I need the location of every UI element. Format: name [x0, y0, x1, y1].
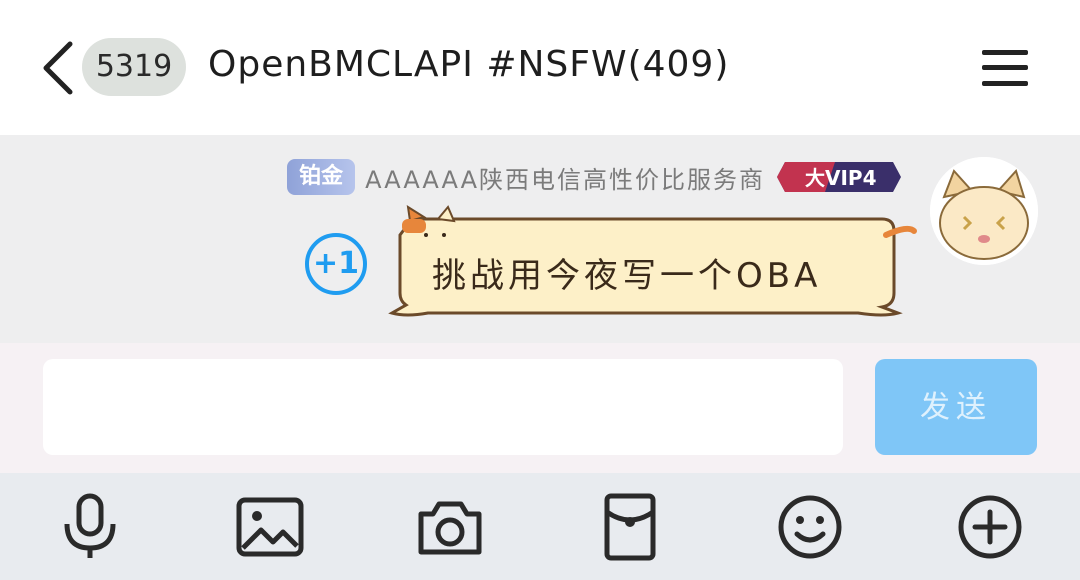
microphone-icon[interactable]: [55, 492, 125, 562]
vip-badge-icon: 大VIP4: [777, 162, 901, 192]
back-arrow-icon[interactable]: [38, 38, 78, 98]
bottom-toolbar: [0, 473, 1080, 580]
level-badge: 铂金: [287, 159, 356, 195]
emoji-icon[interactable]: [775, 492, 845, 562]
cat-avatar-icon: [930, 157, 1038, 265]
send-button[interactable]: 发送: [875, 359, 1037, 455]
menu-icon[interactable]: [982, 48, 1028, 88]
group-title: OpenBMCLAPI #NSFW(409): [208, 44, 730, 85]
avatar[interactable]: [930, 157, 1038, 265]
red-packet-icon[interactable]: [595, 492, 665, 562]
add-icon[interactable]: [955, 492, 1025, 562]
sender-name[interactable]: AAAAAA陕西电信高性价比服务商: [365, 160, 765, 195]
chat-header: 5319 OpenBMCLAPI #NSFW(409): [0, 0, 1080, 135]
message-sender-row: 铂金 AAAAAA陕西电信高性价比服务商 大VIP4: [287, 157, 905, 197]
svg-text:大VIP4: 大VIP4: [805, 166, 877, 190]
message-input[interactable]: [43, 359, 843, 455]
camera-icon[interactable]: [415, 492, 485, 562]
plus-one-button[interactable]: +1: [305, 233, 367, 295]
image-icon[interactable]: [235, 492, 305, 562]
unread-count-badge[interactable]: 5319: [82, 38, 186, 96]
message-text: 挑战用今夜写一个OBA: [432, 256, 822, 296]
